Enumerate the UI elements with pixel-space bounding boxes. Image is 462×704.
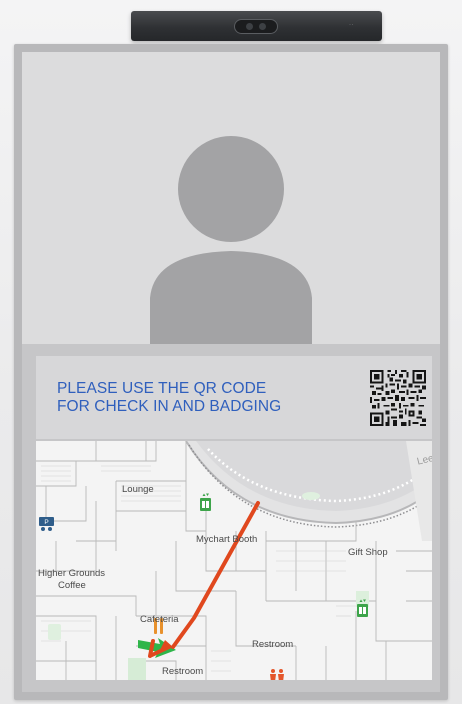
- checkin-message-line1: PLEASE USE THE QR CODE: [57, 380, 267, 397]
- checkin-message: PLEASE USE THE QR CODE FOR CHECK IN AND …: [57, 380, 347, 416]
- user-avatar-placeholder-icon: [150, 136, 312, 344]
- route-arrow-icon: [148, 501, 260, 658]
- kiosk-screen: PLEASE USE THE QR CODE FOR CHECK IN AND …: [22, 52, 440, 692]
- checkin-panel: PLEASE USE THE QR CODE FOR CHECK IN AND …: [22, 344, 440, 692]
- checkin-message-box: PLEASE USE THE QR CODE FOR CHECK IN AND …: [36, 356, 432, 439]
- map-label-restroom-bottom[interactable]: Restroom: [162, 667, 203, 677]
- map-label-mychart-booth[interactable]: Mychart Booth: [196, 535, 257, 545]
- camera-icon: [234, 19, 278, 34]
- conference-camera: ··: [131, 11, 382, 41]
- camera-brand-mark: ··: [349, 22, 354, 28]
- map-label-higher-grounds-coffee[interactable]: Coffee: [58, 581, 86, 591]
- qr-code-icon[interactable]: [370, 370, 426, 426]
- map-label-gift-shop[interactable]: Gift Shop: [348, 548, 388, 558]
- map-label-higher-grounds[interactable]: Higher Grounds: [38, 569, 105, 579]
- wayfinding-map[interactable]: P Lounge Mychart Booth Gift Shop Higher …: [36, 441, 432, 680]
- map-label-lounge[interactable]: Lounge: [122, 485, 154, 495]
- map-label-restroom-right[interactable]: Restroom: [252, 640, 293, 650]
- checkin-message-line2: FOR CHECK IN AND BADGING: [57, 398, 282, 415]
- map-label-cafeteria[interactable]: Cafeteria: [140, 615, 179, 625]
